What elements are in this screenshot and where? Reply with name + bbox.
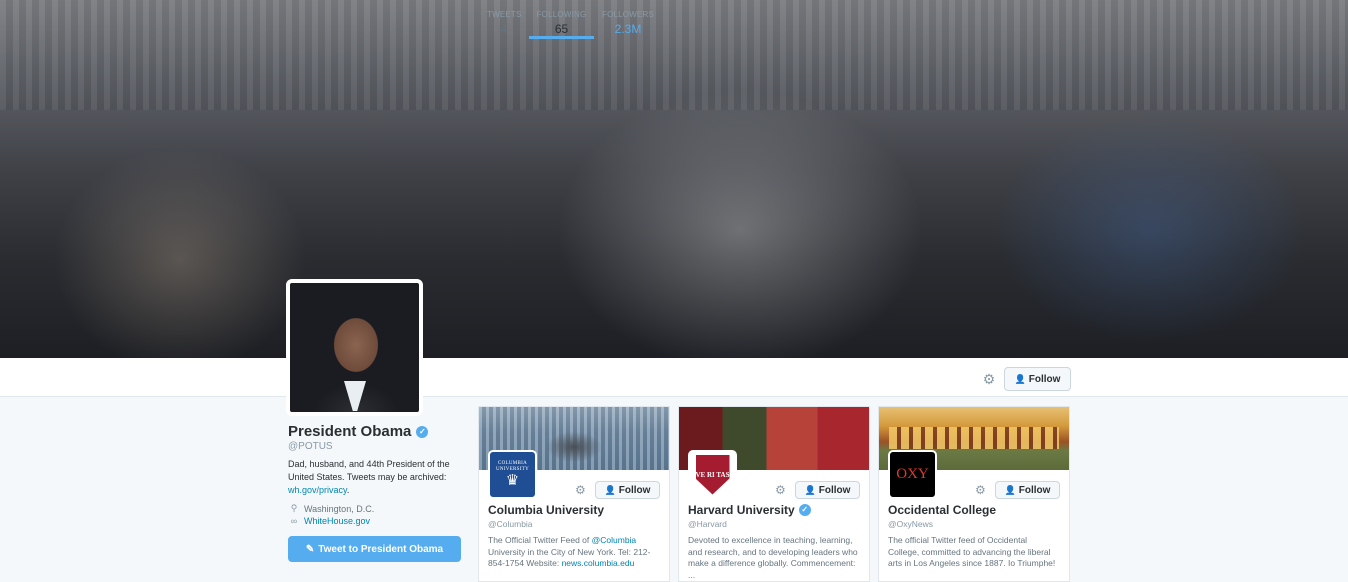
- add-user-icon: 👤: [1014, 373, 1026, 384]
- card-handle: @OxyNews: [888, 519, 933, 529]
- follow-button[interactable]: 👤 Follow: [1004, 367, 1071, 391]
- card-bio-link[interactable]: news.columbia.edu: [562, 558, 635, 568]
- avatar-shirt: [344, 381, 366, 411]
- columbia-logo-text: COLUMBIA UNIVERSITY: [496, 460, 529, 472]
- profile-bio-link[interactable]: wh.gov/privacy: [288, 485, 347, 495]
- profile-website[interactable]: ∞ WhiteHouse.gov: [290, 516, 370, 526]
- header-building-arcade: [889, 427, 1059, 449]
- profile-avatar[interactable]: [286, 279, 423, 416]
- crown-icon: ♛: [505, 471, 520, 489]
- profile-handle: @POTUS: [288, 441, 333, 452]
- profile-header-photo: [0, 0, 1348, 358]
- tweet-to-button[interactable]: ✎ Tweet to President Obama: [288, 536, 461, 562]
- card-follow-button[interactable]: 👤 Follow: [995, 481, 1060, 499]
- card-bio-mention[interactable]: @Columbia: [592, 535, 637, 545]
- card-follow-label: Follow: [1018, 484, 1051, 496]
- gear-icon[interactable]: ⚙: [775, 483, 786, 497]
- harvard-shield-icon: VE RI TAS: [695, 454, 730, 495]
- stat-tweets-label: TWEETS: [487, 10, 522, 19]
- card-bio: The Official Twitter Feed of @Columbia U…: [488, 535, 660, 570]
- card-bio: Devoted to excellence in teaching, learn…: [688, 535, 858, 580]
- profile-location-text: Washington, D.C.: [304, 503, 375, 514]
- verified-badge-icon: ✓: [798, 504, 811, 516]
- profile-bio: Dad, husband, and 44th President of the …: [288, 458, 463, 497]
- add-user-icon: 👤: [1004, 484, 1016, 495]
- tweet-to-button-label: Tweet to President Obama: [318, 543, 444, 555]
- card-name[interactable]: Occidental College: [888, 503, 996, 517]
- add-user-icon: 👤: [604, 484, 616, 495]
- header-photo-crowd: [0, 0, 1348, 110]
- card-avatar[interactable]: COLUMBIA UNIVERSITY ♛: [488, 450, 537, 499]
- stat-tweets[interactable]: TWEETS 4: [487, 0, 521, 39]
- user-card-columbia[interactable]: COLUMBIA UNIVERSITY ♛ ⚙ 👤 Follow Columbi…: [478, 406, 670, 582]
- stat-following-value: 65: [554, 22, 569, 36]
- stat-following[interactable]: FOLLOWING 65: [529, 0, 594, 39]
- card-bio: The official Twitter feed of Occidental …: [888, 535, 1056, 568]
- user-card-harvard[interactable]: VE RI TAS ⚙ 👤 Follow Harvard University …: [678, 406, 870, 582]
- profile-nav-bar: [0, 358, 1348, 397]
- profile-website-link[interactable]: WhiteHouse.gov: [304, 516, 370, 526]
- compose-tweet-icon: ✎: [305, 543, 315, 555]
- profile-location: ⚲ Washington, D.C.: [290, 503, 375, 514]
- follow-button-label: Follow: [1028, 373, 1061, 385]
- stat-followers[interactable]: FOLLOWERS 2.3M: [602, 0, 654, 39]
- card-name[interactable]: Columbia University: [488, 503, 604, 517]
- card-avatar[interactable]: VE RI TAS: [688, 450, 737, 499]
- profile-name[interactable]: President Obama ✓: [288, 423, 429, 440]
- add-user-icon: 👤: [804, 484, 816, 495]
- card-bio-text: The Official Twitter Feed of: [488, 535, 592, 545]
- oxy-logo-text: OXY: [896, 466, 929, 482]
- stat-following-label: FOLLOWING: [536, 10, 587, 19]
- card-handle: @Harvard: [688, 519, 727, 529]
- link-icon: ∞: [290, 516, 298, 526]
- card-follow-button[interactable]: 👤 Follow: [595, 481, 660, 499]
- card-follow-button[interactable]: 👤 Follow: [795, 481, 860, 499]
- location-pin-icon: ⚲: [290, 503, 298, 513]
- stat-followers-value: 2.3M: [614, 22, 642, 36]
- card-follow-label: Follow: [818, 484, 851, 496]
- profile-bio-end: .: [346, 485, 350, 495]
- profile-bio-text: Dad, husband, and 44th President of the …: [288, 459, 450, 482]
- user-card-occidental[interactable]: OXY ⚙ 👤 Follow Occidental College @OxyNe…: [878, 406, 1070, 582]
- gear-icon[interactable]: ⚙: [981, 371, 997, 387]
- verified-badge-icon: ✓: [416, 425, 429, 438]
- stat-followers-label: FOLLOWERS: [602, 10, 655, 19]
- stat-tweets-value: 4: [500, 22, 508, 36]
- card-follow-label: Follow: [618, 484, 651, 496]
- profile-name-text: President Obama: [288, 423, 412, 440]
- card-avatar[interactable]: OXY: [888, 450, 937, 499]
- card-name[interactable]: Harvard University ✓: [688, 503, 811, 517]
- gear-icon[interactable]: ⚙: [575, 483, 586, 497]
- card-handle: @Columbia: [488, 519, 533, 529]
- gear-icon[interactable]: ⚙: [975, 483, 986, 497]
- card-name-text: Harvard University: [688, 503, 795, 517]
